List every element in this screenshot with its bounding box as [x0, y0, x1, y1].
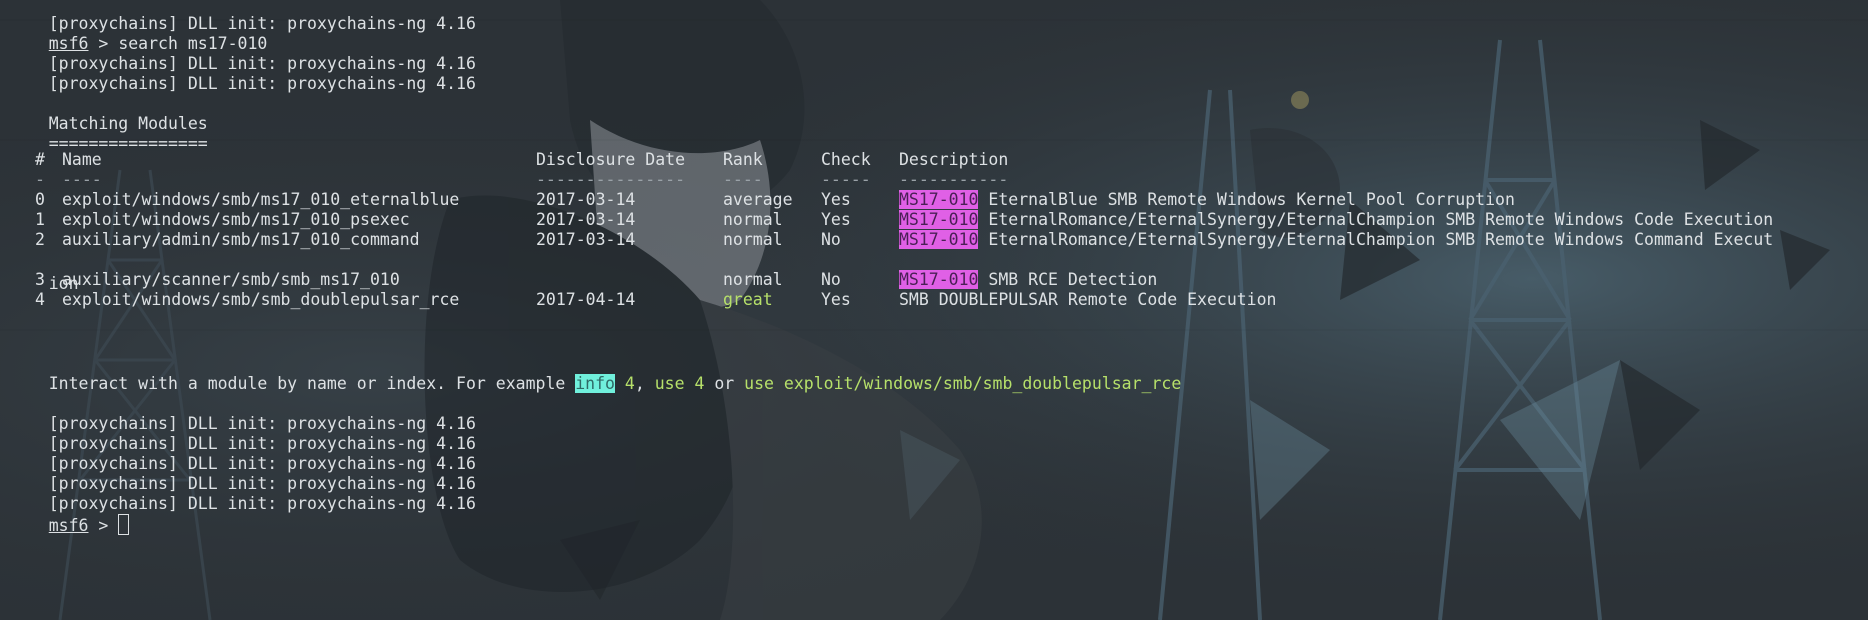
row-module-name[interactable]: auxiliary/admin/smb/ms17_010_command	[62, 228, 420, 252]
proxychains-line: [proxychains] DLL init: proxychains-ng 4…	[9, 468, 476, 513]
active-prompt-line[interactable]: msf6 >	[9, 490, 130, 535]
row-cve-tag: MS17-010	[899, 270, 979, 289]
interact-sep: ,	[634, 374, 655, 393]
terminal-output[interactable]: [proxychains] DLL init: proxychains-ng 4…	[9, 0, 1859, 620]
text-cursor[interactable]	[118, 514, 130, 535]
row-cve-tag: MS17-010	[899, 190, 979, 209]
row-check: No	[821, 230, 841, 249]
row-cve-tag: MS17-010	[899, 230, 979, 249]
row-description: EternalBlue SMB Remote Windows Kernel Po…	[978, 190, 1515, 209]
row-rank: great	[723, 290, 773, 309]
prompt-name: msf6	[48, 516, 89, 535]
use-index-command: use 4	[654, 374, 705, 393]
table-row[interactable]: 2 auxiliary/admin/smb/ms17_010_command 2…	[9, 228, 1859, 252]
row-description: EternalRomance/EternalSynergy/EternalCha…	[978, 230, 1774, 249]
row-module-name[interactable]: exploit/windows/smb/smb_doublepulsar_rce	[62, 288, 459, 312]
row-description: EternalRomance/EternalSynergy/EternalCha…	[978, 210, 1774, 229]
info-command-highlight: info	[575, 374, 615, 393]
row-date: 2017-03-14	[536, 230, 636, 249]
section-rule: ================	[9, 108, 208, 153]
row-date: 2017-04-14	[536, 290, 636, 309]
interact-hint: Interact with a module by name or index.…	[9, 348, 1181, 393]
row-rank: normal	[723, 230, 783, 249]
row-check: Yes	[821, 290, 851, 309]
use-name-command: use exploit/windows/smb/smb_doublepulsar…	[744, 374, 1182, 393]
table-row[interactable]: 4 exploit/windows/smb/smb_doublepulsar_r…	[9, 288, 1859, 312]
proxychains-line: [proxychains] DLL init: proxychains-ng 4…	[9, 48, 476, 93]
row-description: SMB RCE Detection	[978, 270, 1158, 289]
row-num: 4	[35, 290, 45, 309]
row-cve-tag: MS17-010	[899, 210, 979, 229]
prompt-arrow: >	[88, 516, 119, 535]
interact-sep: or	[704, 374, 745, 393]
row-description: SMB DOUBLEPULSAR Remote Code Execution	[899, 290, 1277, 309]
info-command-arg: 4	[615, 374, 635, 393]
